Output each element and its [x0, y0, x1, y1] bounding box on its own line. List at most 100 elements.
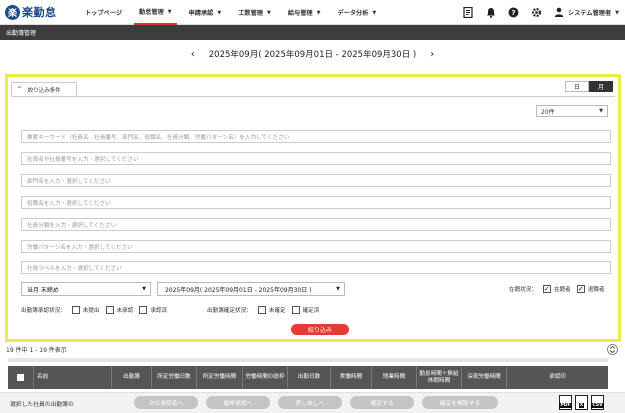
logo-mark: 楽: [5, 4, 20, 20]
caret-down-icon: ▼: [266, 9, 271, 16]
bulk-action-bar: 選択した社員の出勤簿の 次の承認者へ 最終承認へ 差し戻しへ 確定する 確定を解…: [0, 392, 625, 413]
csv-export-icon[interactable]: CSV: [591, 395, 604, 410]
column-header[interactable]: 承認印: [507, 366, 608, 389]
pdf-label: PDF: [559, 403, 572, 408]
employee-category-input[interactable]: 社員分類を入力・選択してください: [21, 218, 611, 231]
nav-item-attendance-management[interactable]: 勤怠管理 ▼: [134, 0, 177, 25]
position-input[interactable]: 役職名を入力・選択してください: [21, 196, 611, 209]
view-month-button[interactable]: 月: [589, 81, 613, 92]
filter-tab-label: 絞り込み条件: [27, 87, 61, 94]
main-nav: トップページ 勤怠管理 ▼ 申請承認 ▼ 工数管理 ▼ 給与管理 ▼ データ分析 ▼: [80, 0, 388, 25]
top-navigation-bar: 楽 楽勤怠 トップページ 勤怠管理 ▼ 申請承認 ▼ 工数管理 ▼ 給与管理 ▼ データ…: [0, 0, 625, 25]
logo-text: 楽勤怠: [22, 6, 57, 19]
unconfirmed-checkbox[interactable]: [257, 306, 266, 314]
employee-input[interactable]: 社員名や社員番号を入力・選択してください: [21, 152, 611, 165]
enrolled-label: 在籍者: [553, 287, 571, 293]
confirm-status-label: 出勤簿確定状況：: [207, 308, 252, 314]
user-menu[interactable]: システム管理者 ▼: [554, 7, 619, 19]
unconfirmed-label: 未確定: [268, 308, 286, 314]
period-select[interactable]: 2025年09月( 2025年09月01日 - 2025年09月30日 ) ▼: [157, 282, 345, 296]
per-page-value: 20件: [541, 108, 555, 116]
period-select-value: 2025年09月( 2025年09月01日 - 2025年09月30日 ): [165, 286, 312, 294]
view-day-button[interactable]: 日: [565, 81, 589, 92]
column-header[interactable]: 所定労働時間: [197, 366, 243, 389]
column-header[interactable]: 出勤簿: [112, 366, 152, 389]
column-header[interactable]: 出勤日数: [288, 366, 331, 389]
approval-status-label: 出勤簿承認状況：: [21, 308, 66, 314]
select-all-checkbox[interactable]: [17, 374, 24, 381]
bell-icon[interactable]: [485, 7, 496, 18]
department-input[interactable]: 部門名を入力・選択してください: [21, 174, 611, 187]
nav-item-application-approval[interactable]: 申請承認 ▼: [184, 0, 227, 25]
column-header[interactable]: 労働時間の総枠: [243, 366, 288, 389]
nav-label: トップページ: [85, 10, 123, 17]
column-header[interactable]: 勤怠時間＋無給休暇時間: [417, 366, 462, 389]
result-count: 19 件中 1 - 19 件表示: [6, 347, 67, 354]
pdf-export-icon[interactable]: PDF: [559, 395, 572, 410]
confirm-button[interactable]: 確定する: [350, 396, 414, 409]
next-period-button[interactable]: ›: [430, 49, 434, 60]
column-header[interactable]: 実働時間: [331, 366, 372, 389]
page-title: 出勤簿管理: [6, 30, 37, 37]
filter-form: 20件 ▼ 検索キーワード（社員名、社員番号、部門名、役職名、社員分類、労働パタ…: [11, 96, 615, 336]
confirmed-label: 確定済: [302, 308, 320, 314]
chevron-up-icon: ⌃: [16, 84, 23, 94]
closing-day-value: 当月 末締め: [27, 286, 59, 294]
send-back-button[interactable]: 差し戻しへ: [278, 396, 342, 409]
work-pattern-input[interactable]: 労働パターン名を入力・選択してください: [21, 240, 611, 253]
approved-checkbox[interactable]: [139, 306, 148, 314]
closing-day-select[interactable]: 当月 末締め ▼: [21, 282, 151, 296]
unapproved-checkbox[interactable]: [105, 306, 114, 314]
bulk-action-label: 選択した社員の出勤簿の: [10, 402, 74, 408]
nav-label: 申請承認: [188, 10, 214, 17]
per-page-select[interactable]: 20件 ▼: [536, 105, 608, 117]
filter-toggle-tab[interactable]: ⌃ 絞り込み条件: [11, 82, 77, 96]
csv-label: CSV: [591, 403, 604, 408]
not-submitted-checkbox[interactable]: [71, 306, 80, 314]
apply-filter-button[interactable]: 絞り込み: [291, 324, 349, 335]
prev-period-button[interactable]: ‹: [191, 49, 195, 60]
page-title-bar: 出勤簿管理: [0, 25, 625, 40]
nav-label: 給与管理: [287, 10, 313, 17]
caret-down-icon: ▼: [217, 9, 222, 16]
retired-checkbox[interactable]: [576, 285, 585, 293]
excel-export-icon[interactable]: X: [575, 395, 588, 410]
approved-label: 承認済: [150, 308, 168, 314]
caret-down-icon: ▼: [615, 9, 619, 16]
help-icon[interactable]: ?: [508, 7, 519, 18]
enrolled-checkbox[interactable]: [542, 285, 551, 293]
approval-status-filter: 出勤簿承認状況： 未提出 未承認 承認済: [21, 306, 167, 314]
gear-icon[interactable]: [531, 7, 542, 18]
caret-down-icon: ▼: [336, 286, 340, 292]
column-header[interactable]: 深夜労働時間: [462, 366, 507, 389]
confirmed-checkbox[interactable]: [291, 306, 300, 314]
expand-icon[interactable]: [607, 344, 618, 355]
user-icon: [554, 7, 564, 19]
nav-item-payroll-management[interactable]: 給与管理 ▼: [283, 0, 326, 25]
caret-down-icon: ▼: [599, 108, 603, 114]
final-approval-button[interactable]: 最終承認へ: [206, 396, 270, 409]
employee-label-input[interactable]: 社員ラベルを入力・選択してください: [21, 261, 611, 274]
next-approver-button[interactable]: 次の承認者へ: [134, 396, 198, 409]
nav-item-top-page[interactable]: トップページ: [80, 0, 127, 25]
retired-label: 退職者: [587, 287, 605, 293]
not-submitted-label: 未提出: [82, 308, 100, 314]
enrollment-filter: 在籍状況： 在籍者 退職者: [509, 285, 605, 293]
nav-label: データ分析: [337, 10, 369, 17]
nav-item-data-analysis[interactable]: データ分析 ▼: [332, 0, 381, 25]
column-header[interactable]: 残業時間: [372, 366, 417, 389]
filter-panel: ⌃ 絞り込み条件 日 月 20件 ▼ 検索キーワード（社員名、社員番号、部門名、…: [5, 74, 621, 342]
nav-label: 勤怠管理: [139, 9, 164, 16]
nav-label: 工数管理: [238, 10, 263, 17]
column-header[interactable]: 名前: [34, 366, 112, 389]
horizontal-scrollbar[interactable]: [8, 358, 608, 362]
nav-item-man-hour-management[interactable]: 工数管理 ▼: [233, 0, 276, 25]
period-navigator: ‹ 2025年09月( 2025年09月01日 - 2025年09月30日 ) …: [0, 44, 625, 64]
document-icon[interactable]: [462, 7, 473, 18]
unconfirm-button[interactable]: 確定を解除する: [422, 396, 498, 409]
app-logo[interactable]: 楽 楽勤怠: [5, 4, 57, 20]
keyword-search-input[interactable]: 検索キーワード（社員名、社員番号、部門名、役職名、社員分類、労働パターン名）を入…: [21, 130, 611, 143]
column-header[interactable]: 所定労働日数: [152, 366, 197, 389]
table-header: 名前 出勤簿 所定労働日数 所定労働時間 労働時間の総枠 出勤日数 実働時間 残…: [8, 366, 608, 389]
select-all-cell: [8, 366, 34, 389]
